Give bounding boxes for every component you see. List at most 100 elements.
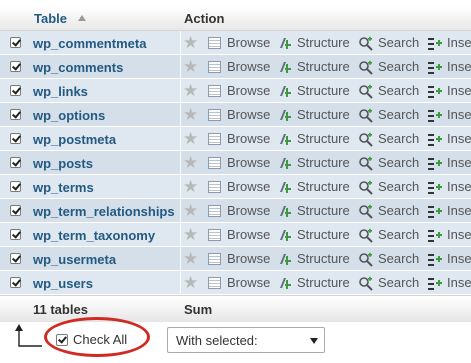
search-link[interactable]: Search [378,179,419,194]
insert-link[interactable]: Inse [447,107,471,122]
structure-link[interactable]: Structure [297,83,350,98]
insert-icon[interactable] [427,156,443,171]
row-checkbox[interactable] [10,253,21,264]
insert-link[interactable]: Inse [447,131,471,146]
structure-icon[interactable] [278,108,292,122]
insert-link[interactable]: Inse [447,251,471,266]
table-name-link[interactable]: wp_postmeta [33,132,116,147]
browse-icon[interactable] [208,277,221,289]
structure-icon[interactable] [278,204,292,218]
structure-link[interactable]: Structure [297,203,350,218]
structure-link[interactable]: Structure [297,59,350,74]
search-icon[interactable] [358,108,373,123]
insert-link[interactable]: Inse [447,203,471,218]
star-icon[interactable]: ★ [183,274,198,291]
star-icon[interactable]: ★ [183,106,198,123]
sort-ascending-icon[interactable] [78,15,86,21]
browse-link[interactable]: Browse [227,59,270,74]
browse-link[interactable]: Browse [227,83,270,98]
star-icon[interactable]: ★ [183,82,198,99]
search-icon[interactable] [358,36,373,51]
row-checkbox[interactable] [10,229,21,240]
insert-link[interactable]: Inse [447,59,471,74]
table-name-link[interactable]: wp_posts [33,156,93,171]
browse-icon[interactable] [208,37,221,49]
structure-link[interactable]: Structure [297,251,350,266]
browse-icon[interactable] [208,229,221,241]
star-icon[interactable]: ★ [183,178,198,195]
browse-icon[interactable] [208,61,221,73]
search-link[interactable]: Search [378,107,419,122]
row-checkbox[interactable] [10,181,21,192]
search-icon[interactable] [358,132,373,147]
table-name-link[interactable]: wp_options [33,108,105,123]
browse-icon[interactable] [208,109,221,121]
column-header-table[interactable]: Table [34,11,67,26]
structure-icon[interactable] [278,180,292,194]
insert-icon[interactable] [427,252,443,267]
row-checkbox[interactable] [10,133,21,144]
row-checkbox[interactable] [10,205,21,216]
insert-icon[interactable] [427,180,443,195]
structure-icon[interactable] [278,276,292,290]
search-icon[interactable] [358,228,373,243]
with-selected-dropdown[interactable]: With selected: [167,327,325,353]
search-link[interactable]: Search [378,227,419,242]
structure-link[interactable]: Structure [297,155,350,170]
structure-link[interactable]: Structure [297,35,350,50]
structure-link[interactable]: Structure [297,227,350,242]
star-icon[interactable]: ★ [183,130,198,147]
star-icon[interactable]: ★ [183,154,198,171]
search-link[interactable]: Search [378,59,419,74]
search-link[interactable]: Search [378,83,419,98]
search-icon[interactable] [358,84,373,99]
star-icon[interactable]: ★ [183,202,198,219]
table-name-link[interactable]: wp_term_relationships [33,204,175,219]
row-checkbox[interactable] [10,277,21,288]
browse-icon[interactable] [208,205,221,217]
table-name-link[interactable]: wp_terms [33,180,94,195]
star-icon[interactable]: ★ [183,34,198,51]
table-name-link[interactable]: wp_users [33,276,93,291]
insert-icon[interactable] [427,276,443,291]
insert-link[interactable]: Inse [447,275,471,290]
browse-icon[interactable] [208,157,221,169]
star-icon[interactable]: ★ [183,58,198,75]
insert-icon[interactable] [427,84,443,99]
insert-link[interactable]: Inse [447,35,471,50]
structure-link[interactable]: Structure [297,107,350,122]
structure-icon[interactable] [278,252,292,266]
search-icon[interactable] [358,252,373,267]
search-link[interactable]: Search [378,131,419,146]
browse-link[interactable]: Browse [227,251,270,266]
search-link[interactable]: Search [378,203,419,218]
structure-icon[interactable] [278,60,292,74]
browse-link[interactable]: Browse [227,179,270,194]
table-name-link[interactable]: wp_links [33,84,88,99]
search-link[interactable]: Search [378,155,419,170]
search-icon[interactable] [358,276,373,291]
row-checkbox[interactable] [10,85,21,96]
browse-icon[interactable] [208,133,221,145]
structure-icon[interactable] [278,36,292,50]
insert-icon[interactable] [427,36,443,51]
search-link[interactable]: Search [378,35,419,50]
browse-icon[interactable] [208,85,221,97]
insert-icon[interactable] [427,108,443,123]
structure-icon[interactable] [278,228,292,242]
insert-icon[interactable] [427,204,443,219]
table-name-link[interactable]: wp_comments [33,60,123,75]
structure-icon[interactable] [278,132,292,146]
star-icon[interactable]: ★ [183,226,198,243]
insert-link[interactable]: Inse [447,227,471,242]
structure-icon[interactable] [278,84,292,98]
browse-link[interactable]: Browse [227,35,270,50]
structure-icon[interactable] [278,156,292,170]
browse-link[interactable]: Browse [227,227,270,242]
browse-link[interactable]: Browse [227,203,270,218]
table-name-link[interactable]: wp_usermeta [33,252,116,267]
insert-icon[interactable] [427,132,443,147]
insert-link[interactable]: Inse [447,179,471,194]
structure-link[interactable]: Structure [297,131,350,146]
search-link[interactable]: Search [378,251,419,266]
